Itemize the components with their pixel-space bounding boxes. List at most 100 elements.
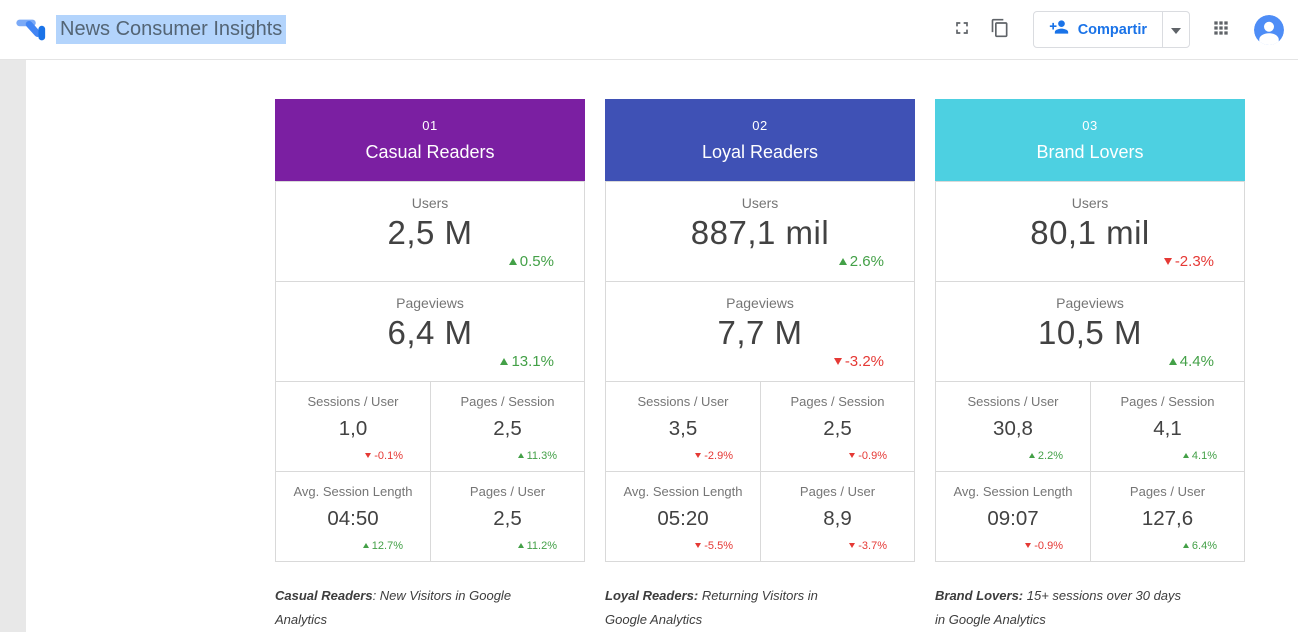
metric-pageviews: Pageviews 7,7 M -3.2% [606,281,914,381]
metric-value: 04:50 [276,507,430,531]
metric-sessions-per-user: Sessions / User 3,5 -2.9% [606,381,760,471]
metric-pages-per-user: Pages / User 2,5 11.2% [430,471,584,561]
metric-pages-per-session: Pages / Session 4,1 4.1% [1090,381,1244,471]
share-button[interactable]: Compartir [1034,12,1162,47]
card-number: 03 [935,118,1245,133]
small-metric-grid: Sessions / User 30,8 2.2% Pages / Sessio… [936,381,1244,561]
metric-change: 11.2% [518,540,557,552]
metric-label: Users [276,182,584,211]
metric-pages-per-user: Pages / User 8,9 -3.7% [760,471,914,561]
metric-value: 887,1 mil [606,214,914,252]
metric-value: 4,1 [1091,417,1244,441]
chevron-down-icon [1171,21,1181,39]
metric-value: 2,5 M [276,214,584,252]
card-description-term: Loyal Readers: [605,588,698,603]
metric-value: 1,0 [276,417,430,441]
segment-card-loyal-readers: 02 Loyal Readers Users 887,1 mil 2.6% Pa… [605,99,915,632]
metric-label: Pages / Session [1091,382,1244,409]
avatar[interactable] [1254,15,1284,45]
metric-value: 30,8 [936,417,1090,441]
metric-value: 2,5 [761,417,914,441]
segment-card-casual-readers: 01 Casual Readers Users 2,5 M 0.5% Pagev… [275,99,585,632]
metric-label: Pageviews [606,282,914,311]
metric-value: 2,5 [431,507,584,531]
metric-change: 2.6% [839,253,884,270]
metric-change: -0.9% [849,450,887,462]
metric-avg-session-length: Avg. Session Length 04:50 12.7% [276,471,430,561]
left-gutter [0,60,26,632]
card-title: Casual Readers [275,142,585,163]
card-description-term: Brand Lovers: [935,588,1023,603]
metric-value: 09:07 [936,507,1090,531]
segment-card-brand-lovers: 03 Brand Lovers Users 80,1 mil -2.3% Pag… [935,99,1245,632]
metric-change: -2.3% [1164,253,1214,270]
header-actions: Compartir [943,11,1284,49]
card-header: 01 Casual Readers [275,99,585,181]
report-canvas: 01 Casual Readers Users 2,5 M 0.5% Pagev… [26,60,1298,632]
metric-value: 127,6 [1091,507,1244,531]
metric-change: -0.9% [1025,540,1063,552]
metric-label: Avg. Session Length [606,472,760,499]
card-title: Loyal Readers [605,142,915,163]
metric-label: Pages / Session [431,382,584,409]
fullscreen-button[interactable] [943,11,981,49]
metric-change: -2.9% [695,450,733,462]
card-header: 03 Brand Lovers [935,99,1245,181]
copy-report-button[interactable] [981,11,1019,49]
share-dropdown-button[interactable] [1162,12,1189,47]
share-button-label: Compartir [1078,22,1147,38]
metric-users: Users 2,5 M 0.5% [276,181,584,281]
card-box: 03 Brand Lovers Users 80,1 mil -2.3% Pag… [935,99,1245,562]
metric-change: -0.1% [365,450,403,462]
card-number: 02 [605,118,915,133]
metric-change: 13.1% [500,353,554,370]
metric-label: Avg. Session Length [936,472,1090,499]
card-number: 01 [275,118,585,133]
report-title[interactable]: News Consumer Insights [56,15,286,44]
person-add-icon [1049,17,1069,42]
metric-change: 12.7% [363,540,403,552]
metric-label: Sessions / User [606,382,760,409]
metric-value: 8,9 [761,507,914,531]
share-split-button: Compartir [1033,11,1190,48]
metric-label: Pages / User [761,472,914,499]
small-metric-grid: Sessions / User 1,0 -0.1% Pages / Sessio… [276,381,584,561]
metric-label: Users [606,182,914,211]
metric-change: 11.3% [518,450,557,462]
copy-icon [990,18,1010,41]
metric-change: 4.4% [1169,353,1214,370]
metric-change: 4.1% [1183,450,1217,462]
card-description-term: Casual Readers [275,588,373,603]
metric-pages-per-user: Pages / User 127,6 6.4% [1090,471,1244,561]
metric-sessions-per-user: Sessions / User 30,8 2.2% [936,381,1090,471]
card-description: Casual Readers: New Visitors in Google A… [275,584,531,632]
metric-users: Users 887,1 mil 2.6% [606,181,914,281]
metric-pageviews: Pageviews 6,4 M 13.1% [276,281,584,381]
metric-label: Sessions / User [936,382,1090,409]
metric-change: 0.5% [509,253,554,270]
apps-grid-icon [1211,18,1231,41]
card-box: 02 Loyal Readers Users 887,1 mil 2.6% Pa… [605,99,915,562]
metric-pages-per-session: Pages / Session 2,5 11.3% [430,381,584,471]
metric-change: 2.2% [1029,450,1063,462]
metric-value: 05:20 [606,507,760,531]
apps-grid-button[interactable] [1202,11,1240,49]
metric-label: Users [936,182,1244,211]
card-header: 02 Loyal Readers [605,99,915,181]
metric-avg-session-length: Avg. Session Length 09:07 -0.9% [936,471,1090,561]
fullscreen-icon [952,18,972,41]
metric-label: Sessions / User [276,382,430,409]
metric-label: Avg. Session Length [276,472,430,499]
metric-label: Pages / Session [761,382,914,409]
metric-value: 2,5 [431,417,584,441]
metric-value: 6,4 M [276,314,584,352]
metric-value: 7,7 M [606,314,914,352]
metric-label: Pageviews [276,282,584,311]
report-title-wrap: News Consumer Insights [56,18,286,41]
app-header: News Consumer Insights Compartir [0,0,1298,60]
metric-users: Users 80,1 mil -2.3% [936,181,1244,281]
data-studio-logo-icon[interactable] [14,13,48,47]
card-description: Brand Lovers: 15+ sessions over 30 days … [935,584,1191,632]
metric-change: -5.5% [695,540,733,552]
metric-value: 80,1 mil [936,214,1244,252]
